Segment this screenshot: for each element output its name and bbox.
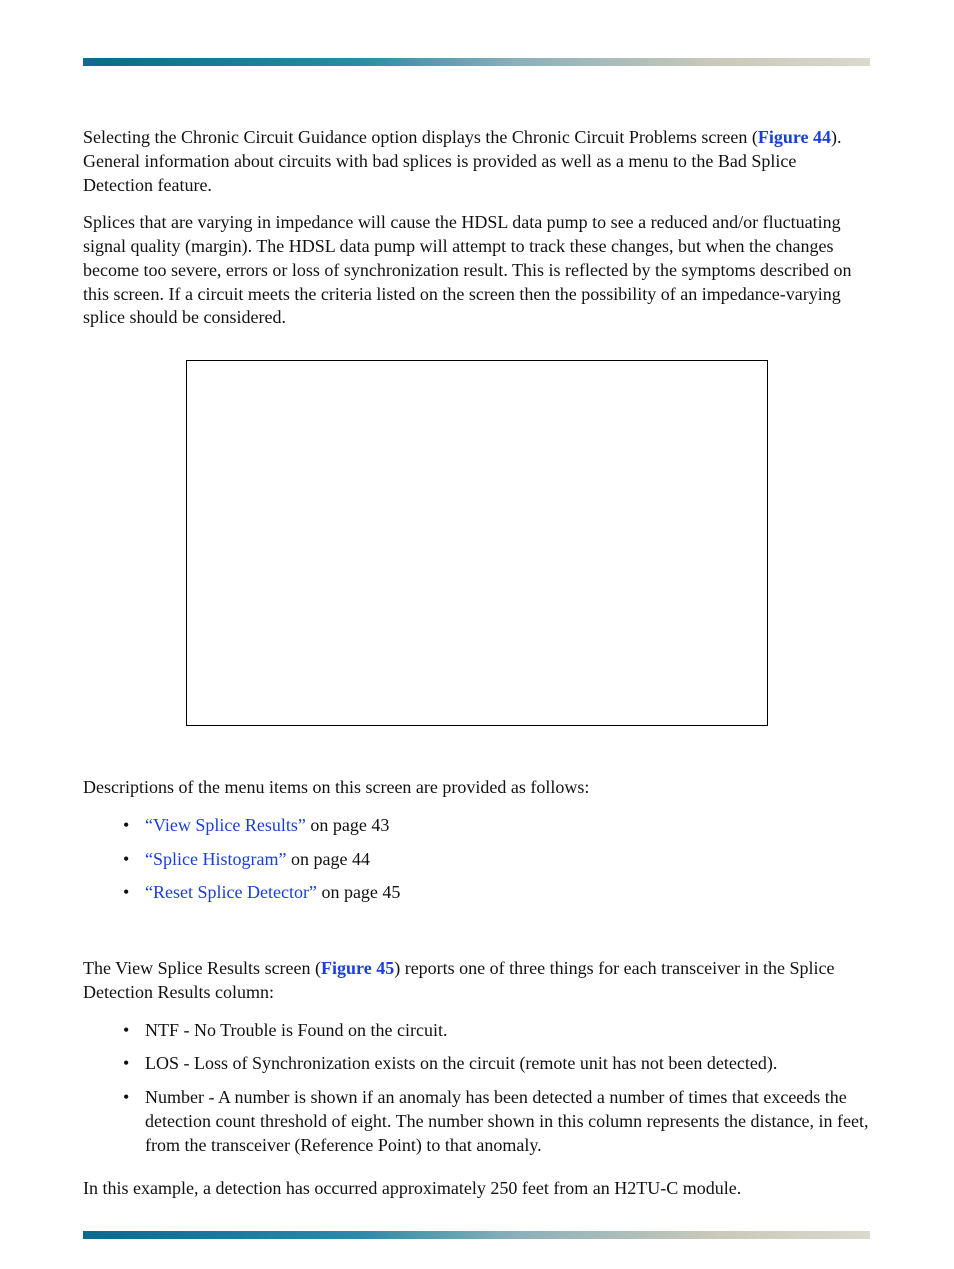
text: on page 43 (306, 815, 389, 835)
list-item: “Reset Splice Detector” on page 45 (123, 881, 870, 905)
text: on page 44 (286, 849, 369, 869)
menu-link-list: “View Splice Results” on page 43 “Splice… (83, 814, 870, 905)
reset-splice-detector-link[interactable]: “Reset Splice Detector” (145, 882, 317, 902)
results-list: NTF - No Trouble is Found on the circuit… (83, 1019, 870, 1158)
page-content: Selecting the Chronic Circuit Guidance o… (83, 66, 870, 1201)
list-item: “View Splice Results” on page 43 (123, 814, 870, 838)
list-item: Number - A number is shown if an anomaly… (123, 1086, 870, 1157)
intro-paragraph-2: Splices that are varying in impedance wi… (83, 211, 870, 330)
splice-histogram-link[interactable]: “Splice Histogram” (145, 849, 286, 869)
figure-placeholder (186, 360, 768, 726)
list-item: LOS - Loss of Synchronization exists on … (123, 1052, 870, 1076)
example-paragraph: In this example, a detection has occurre… (83, 1177, 870, 1201)
text: The View Splice Results screen ( (83, 958, 321, 978)
footer-gradient-bar (83, 1231, 870, 1239)
list-item: “Splice Histogram” on page 44 (123, 848, 870, 872)
list-item: NTF - No Trouble is Found on the circuit… (123, 1019, 870, 1043)
text: Selecting the Chronic Circuit Guidance o… (83, 127, 758, 147)
figure-44-link[interactable]: Figure 44 (758, 127, 831, 147)
spacer (83, 925, 870, 957)
menu-description-intro: Descriptions of the menu items on this s… (83, 776, 870, 800)
text: on page 45 (317, 882, 400, 902)
view-splice-results-link[interactable]: “View Splice Results” (145, 815, 306, 835)
header-gradient-bar (83, 58, 870, 66)
view-splice-paragraph: The View Splice Results screen (Figure 4… (83, 957, 870, 1005)
figure-45-link[interactable]: Figure 45 (321, 958, 394, 978)
intro-paragraph-1: Selecting the Chronic Circuit Guidance o… (83, 126, 870, 197)
